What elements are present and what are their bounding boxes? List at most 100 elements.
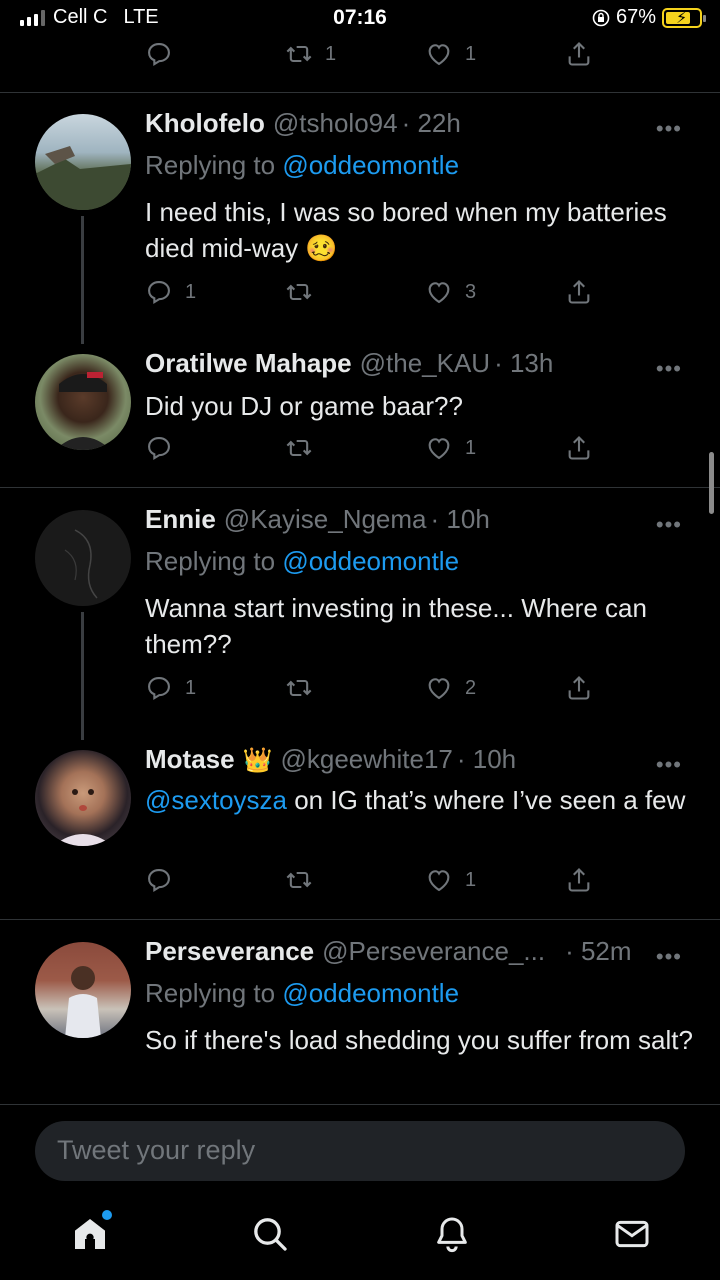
- tweet[interactable]: Oratilwe Mahape @the_KAU · 13h ••• Did y…: [0, 348, 720, 478]
- retweet-button[interactable]: [285, 278, 313, 306]
- like-button[interactable]: 1: [425, 40, 476, 68]
- timestamp: · 22h: [401, 108, 461, 138]
- nav-notifications[interactable]: [432, 1214, 476, 1258]
- retweet-button[interactable]: 1: [285, 40, 336, 68]
- avatar[interactable]: [35, 510, 131, 606]
- reply-icon: [148, 281, 170, 305]
- tweet[interactable]: Kholofelo @tsholo94 · 22h ••• Replying t…: [0, 108, 720, 344]
- more-options-icon[interactable]: •••: [656, 752, 682, 778]
- timestamp: · 13h: [494, 348, 554, 378]
- like-button[interactable]: 1: [425, 866, 476, 894]
- share-button[interactable]: [565, 674, 593, 702]
- tweet-text: So if there's load shedding you suffer f…: [145, 1025, 693, 1055]
- status-right: 67% ⚡: [592, 6, 706, 29]
- tweet-reply-input[interactable]: Tweet your reply: [35, 1121, 685, 1181]
- username[interactable]: @the_KAU: [360, 348, 490, 379]
- heart-icon: [428, 870, 450, 892]
- tweet-actions: 1 2: [145, 674, 615, 708]
- retweet-button[interactable]: [285, 434, 313, 462]
- reply-button[interactable]: 1: [145, 278, 196, 306]
- mention-link[interactable]: @oddeomontle: [282, 978, 459, 1008]
- share-button[interactable]: [565, 278, 593, 306]
- crown-badge: 👑: [242, 747, 273, 774]
- like-button[interactable]: 3: [425, 278, 476, 306]
- scrollbar[interactable]: [709, 452, 714, 514]
- share-button[interactable]: [565, 40, 593, 68]
- more-options-icon[interactable]: •••: [656, 116, 682, 142]
- share-icon: [568, 676, 590, 700]
- mention-link[interactable]: @oddeomontle: [282, 546, 459, 576]
- reply-button[interactable]: [145, 40, 173, 68]
- share-icon: [568, 436, 590, 460]
- like-count: 2: [465, 676, 477, 699]
- more-options-icon[interactable]: •••: [656, 944, 682, 970]
- username[interactable]: @Perseverance_...: [322, 936, 545, 967]
- avatar[interactable]: [35, 114, 131, 210]
- notifications-icon: [437, 1217, 467, 1253]
- reply-icon: [148, 437, 170, 461]
- tweet[interactable]: Ennie @Kayise_Ngema · 10h ••• Replying t…: [0, 504, 720, 740]
- reply-icon: [148, 43, 170, 67]
- avatar[interactable]: [35, 942, 131, 1038]
- avatar[interactable]: [35, 750, 131, 846]
- display-name[interactable]: Oratilwe Mahape: [145, 348, 352, 379]
- retweet-icon: [286, 679, 312, 697]
- divider: [0, 487, 720, 488]
- share-icon: [568, 868, 590, 892]
- more-options-icon[interactable]: •••: [656, 512, 682, 538]
- display-name[interactable]: Ennie: [145, 504, 216, 535]
- reply-button[interactable]: 1: [145, 674, 196, 702]
- tweet-text: @sextoysza on IG that’s where I’ve seen …: [145, 782, 695, 818]
- tweet[interactable]: Motase 👑 @kgeewhite17 · 10h ••• @sextoys…: [0, 744, 720, 904]
- display-name[interactable]: Perseverance: [145, 936, 314, 967]
- more-options-icon[interactable]: •••: [656, 356, 682, 382]
- nav-search[interactable]: [250, 1214, 294, 1258]
- username[interactable]: @Kayise_Ngema: [224, 504, 427, 535]
- timestamp: · 52m: [565, 936, 632, 966]
- tweet-actions: 1: [145, 434, 615, 468]
- heart-icon: [428, 438, 450, 460]
- retweet-icon: [286, 283, 312, 301]
- timestamp: · 10h: [430, 504, 490, 534]
- reply-icon: [148, 869, 170, 893]
- notification-dot: [102, 1210, 112, 1220]
- retweet-icon: [286, 871, 312, 889]
- heart-icon: [428, 678, 450, 700]
- share-button[interactable]: [565, 434, 593, 462]
- like-count: 1: [465, 436, 477, 459]
- username[interactable]: @tsholo94: [273, 108, 398, 139]
- username[interactable]: @kgeewhite17: [280, 744, 452, 775]
- heart-icon: [428, 282, 450, 304]
- mention-link[interactable]: @oddeomontle: [282, 150, 459, 180]
- share-button[interactable]: [565, 866, 593, 894]
- timestamp: · 10h: [456, 744, 517, 774]
- nav-messages[interactable]: [612, 1214, 656, 1258]
- mention-link[interactable]: @sextoysza: [145, 785, 287, 815]
- display-name[interactable]: Kholofelo: [145, 108, 265, 139]
- tweet[interactable]: Perseverance @Perseverance_... · 52m •••…: [0, 936, 720, 1096]
- like-button[interactable]: 2: [425, 674, 476, 702]
- replying-to-label: Replying to: [145, 978, 276, 1008]
- replying-to: Replying to @oddeomontle: [145, 978, 459, 1009]
- orientation-lock-icon: [592, 9, 610, 26]
- divider: [0, 919, 720, 920]
- retweet-button[interactable]: [285, 866, 313, 894]
- messages-icon: [615, 1220, 649, 1248]
- retweet-icon: [286, 45, 312, 63]
- replying-to-label: Replying to: [145, 150, 276, 180]
- tweet-text: I need this, I was so bored when my batt…: [145, 197, 667, 263]
- display-name[interactable]: Motase: [145, 744, 235, 775]
- avatar[interactable]: [35, 354, 131, 450]
- share-icon: [568, 42, 590, 66]
- previous-tweet-actions: 1 1: [0, 36, 720, 92]
- tweet-text: Wanna start investing in these... Where …: [145, 593, 647, 659]
- nav-home[interactable]: [70, 1210, 114, 1258]
- thread-line: [81, 612, 84, 740]
- battery-icon: ⚡: [662, 7, 706, 28]
- tweet-actions: 1: [145, 866, 615, 900]
- reply-button[interactable]: [145, 434, 173, 462]
- like-button[interactable]: 1: [425, 434, 476, 462]
- reply-button[interactable]: [145, 866, 173, 894]
- replying-to: Replying to @oddeomontle: [145, 546, 459, 577]
- retweet-button[interactable]: [285, 674, 313, 702]
